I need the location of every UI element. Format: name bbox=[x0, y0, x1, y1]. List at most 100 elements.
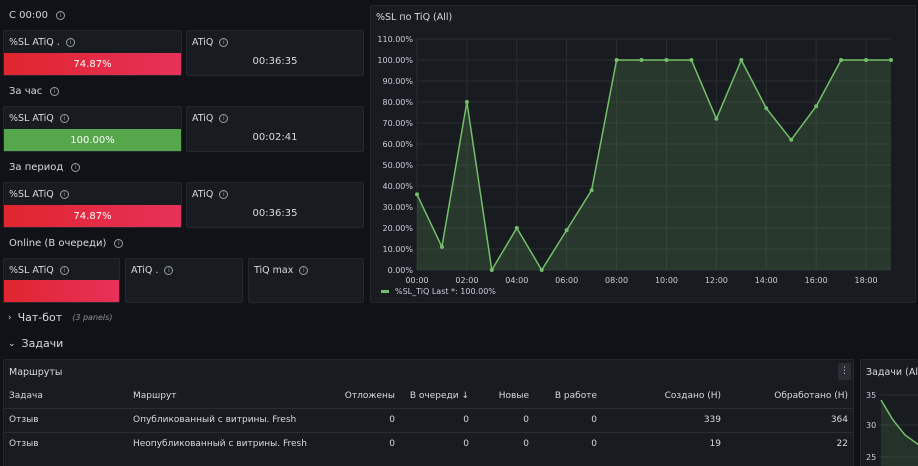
table-cell: 0 bbox=[474, 407, 534, 432]
atiq-panel-midnight[interactable]: ATiQ i 00:36:35 bbox=[186, 30, 364, 76]
table-cell: 0 bbox=[328, 431, 400, 456]
data-point bbox=[664, 58, 669, 62]
tasks-all-chart: 35 30 25 bbox=[866, 391, 918, 466]
panel-title: %SL ATiQ bbox=[9, 265, 54, 276]
y-tick-label: 60.00% bbox=[382, 140, 413, 149]
legend-swatch bbox=[381, 290, 389, 293]
table-cell: 22 bbox=[726, 431, 853, 456]
y-tick-label: 10.00% bbox=[382, 245, 413, 254]
table-cell: 0 bbox=[474, 431, 534, 456]
data-point bbox=[764, 106, 769, 111]
sl-atiq-panel-hour[interactable]: %SL ATiQ i 100.00% bbox=[3, 106, 182, 152]
table-row[interactable]: Отзыв Неопубликованный с витрины. Fresh … bbox=[4, 431, 853, 456]
data-point bbox=[514, 226, 519, 230]
chart-legend[interactable]: %SL_TiQ Last *: 100.00% bbox=[381, 287, 496, 296]
y-tick-label: 100.00% bbox=[377, 56, 413, 65]
sl-atiq-panel-midnight[interactable]: %SL ATiQ . i 74.87% bbox=[3, 30, 182, 76]
info-icon[interactable]: i bbox=[55, 11, 65, 20]
routes-table-panel[interactable]: Маршруты ⋮ Задача Маршрут Отложены В оче… bbox=[3, 359, 854, 466]
panel-menu-icon[interactable]: ⋮ bbox=[838, 363, 851, 380]
column-header[interactable]: Обработано (Н) bbox=[726, 384, 853, 408]
data-point bbox=[839, 58, 844, 62]
data-point bbox=[614, 58, 619, 62]
data-point bbox=[864, 58, 869, 62]
table-header-row: Задача Маршрут Отложены В очереди ↓ Новы… bbox=[4, 384, 853, 408]
table-cell: Неопубликованный с витрины. Fresh bbox=[128, 431, 328, 456]
x-tick-label: 10:00 bbox=[655, 276, 678, 285]
panel-title: %SL ATiQ bbox=[9, 189, 54, 200]
column-header[interactable]: Создано (Н) bbox=[602, 384, 726, 408]
atiq-panel-period[interactable]: ATiQ i 00:36:35 bbox=[186, 182, 364, 228]
table-title: Маршруты bbox=[9, 367, 63, 378]
info-icon[interactable]: i bbox=[59, 190, 69, 199]
y-tick-label: 20.00% bbox=[382, 224, 413, 233]
table-cell: 0 bbox=[328, 407, 400, 432]
panel-title: %SL ATiQ . bbox=[9, 37, 60, 48]
y-tick-label: 30 bbox=[866, 421, 876, 430]
atiq-panel-hour[interactable]: ATiQ i 00:02:41 bbox=[186, 106, 364, 152]
section-title-since-midnight: С 00:00 i bbox=[9, 10, 65, 21]
sl-tiq-chart-panel[interactable]: %SL по TiQ (All) 0.00% 10.00% 20.00% 30.00%… bbox=[370, 5, 916, 303]
y-tick-label: 80.00% bbox=[382, 98, 413, 107]
table-cell: 339 bbox=[602, 407, 726, 432]
table-cell: Отзыв bbox=[4, 407, 128, 432]
section-title-last-hour: За час i bbox=[9, 86, 60, 97]
column-header[interactable]: В очереди ↓ bbox=[400, 384, 474, 408]
data-point bbox=[564, 228, 569, 233]
row-tasks[interactable]: ⌄ Задачи bbox=[8, 337, 63, 350]
sl-atiq-panel-period[interactable]: %SL ATiQ i 74.87% bbox=[3, 182, 182, 228]
y-tick-label: 90.00% bbox=[382, 77, 413, 86]
chevron-right-icon: › bbox=[8, 312, 12, 323]
info-icon[interactable]: i bbox=[50, 87, 60, 96]
atiq-panel-online[interactable]: ATiQ . i bbox=[125, 258, 243, 303]
row-panel-count: (3 panels) bbox=[72, 313, 113, 322]
stat-value-bar: 100.00% bbox=[4, 129, 181, 151]
info-icon[interactable]: i bbox=[219, 190, 229, 199]
x-tick-label: 08:00 bbox=[605, 276, 628, 285]
table-row[interactable]: Отзыв Опубликованный с витрины. Fresh 0 … bbox=[4, 407, 853, 432]
data-point bbox=[439, 244, 444, 249]
panel-title: ATiQ bbox=[192, 37, 214, 48]
column-header[interactable]: Отложены bbox=[328, 384, 400, 408]
stat-value-bar bbox=[4, 280, 119, 302]
info-icon[interactable]: i bbox=[299, 266, 309, 275]
x-tick-label: 12:00 bbox=[705, 276, 728, 285]
table-cell: 364 bbox=[726, 407, 853, 432]
x-tick-label: 18:00 bbox=[855, 276, 878, 285]
info-icon[interactable]: i bbox=[219, 114, 229, 123]
table-cell: Опубликованный с витрины. Fresh bbox=[128, 407, 328, 432]
y-tick-label: 50.00% bbox=[382, 161, 413, 170]
stat-value: 00:36:35 bbox=[252, 208, 298, 219]
info-icon[interactable]: i bbox=[59, 266, 69, 275]
stat-value: 00:36:35 bbox=[252, 56, 298, 67]
tasks-all-panel[interactable]: Задачи (All) 35 30 25 bbox=[860, 359, 918, 466]
panel-title: ATiQ bbox=[192, 113, 214, 124]
x-tick-label: 04:00 bbox=[505, 276, 528, 285]
sl-atiq-panel-online[interactable]: %SL ATiQ i bbox=[3, 258, 120, 303]
info-icon[interactable]: i bbox=[219, 38, 229, 47]
panel-title: TiQ max bbox=[254, 265, 294, 276]
routes-table: Задача Маршрут Отложены В очереди ↓ Новы… bbox=[4, 384, 853, 456]
table-cell: 0 bbox=[400, 407, 474, 432]
data-point bbox=[889, 58, 893, 62]
table-cell: 19 bbox=[602, 431, 726, 456]
info-icon[interactable]: i bbox=[114, 239, 124, 248]
info-icon[interactable]: i bbox=[65, 38, 75, 47]
column-header[interactable]: Новые bbox=[474, 384, 534, 408]
column-header[interactable]: В работе bbox=[534, 384, 602, 408]
data-point bbox=[539, 268, 544, 272]
data-point bbox=[739, 58, 744, 62]
y-tick-label: 0.00% bbox=[388, 266, 414, 275]
info-icon[interactable]: i bbox=[71, 163, 81, 172]
info-icon[interactable]: i bbox=[164, 266, 174, 275]
tiq-max-panel-online[interactable]: TiQ max i bbox=[248, 258, 364, 303]
row-chatbot[interactable]: › Чат-бот (3 panels) bbox=[8, 311, 112, 324]
column-header[interactable]: Маршрут bbox=[128, 384, 328, 408]
data-point bbox=[689, 58, 694, 62]
info-icon[interactable]: i bbox=[59, 114, 69, 123]
data-point bbox=[415, 192, 419, 197]
y-tick-label: 110.00% bbox=[377, 35, 413, 44]
column-header[interactable]: Задача bbox=[4, 384, 128, 408]
y-tick-label: 40.00% bbox=[382, 182, 413, 191]
table-cell: Отзыв bbox=[4, 431, 128, 456]
